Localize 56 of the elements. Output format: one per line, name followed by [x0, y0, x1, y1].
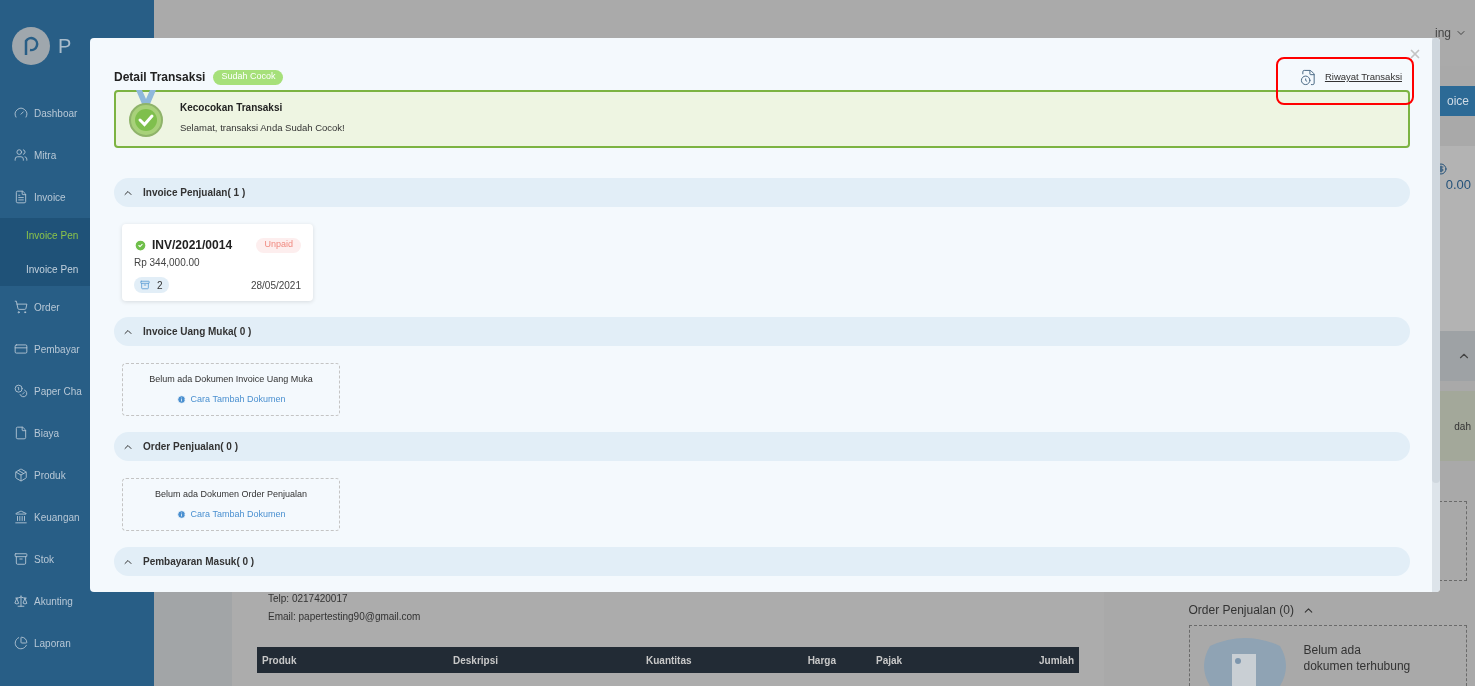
close-icon[interactable] [1408, 47, 1422, 61]
empty-message: Belum ada dokumen terhubung [1303, 642, 1412, 674]
section-title: Order Penjualan (0) [1188, 602, 1294, 619]
archive-icon [14, 552, 28, 566]
sidebar-item[interactable]: Laporan [0, 622, 154, 664]
pie-chart-icon [14, 636, 28, 650]
scales-icon [14, 594, 28, 608]
help-link[interactable]: Cara Tambah Dokumen [176, 392, 286, 406]
history-link[interactable]: Riwayat Transaksi [1324, 69, 1402, 85]
help-link[interactable]: Cara Tambah Dokumen [176, 507, 286, 521]
bank-icon [14, 510, 28, 524]
alert-title: Kecocokan Transaksi [180, 101, 284, 115]
section-header[interactable]: Invoice Uang Muka( 0 ) [114, 317, 1410, 346]
sidebar-item[interactable]: Mitra [0, 134, 154, 176]
status-badge: Sudah Cocok [213, 69, 284, 85]
invoice-card[interactable]: INV/2021/0014 Unpaid Rp 344,000.00 2 28/05/2021 [122, 224, 313, 301]
status-badge: Unpaid [256, 237, 301, 253]
notice-text: dah [1454, 419, 1471, 434]
document-icon [14, 190, 28, 204]
logo-text: P [58, 34, 72, 59]
contact-line: Email: papertesting90@gmail.com [268, 610, 422, 624]
sidebar-item[interactable]: Keuangan [0, 496, 154, 538]
column-header: Deskripsi [453, 653, 500, 668]
scrollbar-thumb[interactable] [1432, 38, 1440, 483]
column-header: Harga [806, 653, 836, 668]
column-header: Kuantitas [646, 653, 693, 668]
column-header: Jumlah [1039, 653, 1074, 668]
sidebar-item[interactable]: Akunting [0, 580, 154, 622]
box-icon [14, 468, 28, 482]
section-header[interactable]: Invoice Penjualan( 1 ) [114, 178, 1410, 207]
empty-message: Belum ada Dokumen Order Penjualan [154, 488, 308, 501]
coins-icon [14, 384, 28, 398]
invoice-date: 28/05/2021 [250, 278, 301, 293]
history-icon [1299, 68, 1317, 86]
invoice-amount: Rp 344,000.00 [134, 256, 201, 270]
info-icon [176, 394, 186, 404]
column-header: Produk [262, 653, 298, 668]
total-amount: 0.00 [1445, 176, 1471, 194]
empty-message: Belum ada Dokumen Invoice Uang Muka [149, 373, 313, 386]
document-icon [14, 426, 28, 440]
cart-icon [14, 300, 28, 314]
invoice-number: INV/2021/0014 [152, 237, 233, 254]
card-icon [14, 342, 28, 356]
alert-message: Selamat, transaksi Anda Sudah Cocok! [180, 121, 345, 135]
info-icon [176, 509, 186, 519]
section-header[interactable]: Pembayaran Masuk( 0 ) [114, 547, 1410, 576]
modal-title: Detail Transaksi [114, 69, 206, 86]
sidebar-item[interactable]: Dashboar [0, 92, 154, 134]
logo-icon [12, 27, 50, 65]
gauge-icon [14, 106, 28, 120]
contact-line: Telp: 0217420017 [268, 592, 349, 606]
people-icon [14, 148, 28, 162]
section-header[interactable]: Order Penjualan( 0 ) [114, 432, 1410, 461]
user-name[interactable]: ing [1435, 24, 1451, 42]
column-header: Pajak [876, 653, 904, 668]
count-chip: 2 [134, 277, 169, 293]
